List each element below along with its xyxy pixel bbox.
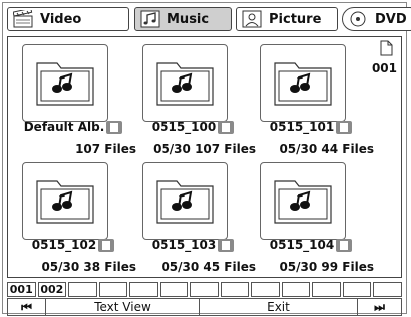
folder-name-row: 0515_103	[138, 237, 248, 253]
folder-info: 107 Files	[18, 142, 136, 156]
folder-date: 05/30	[279, 142, 318, 156]
folder-info: 05/30 44 Files	[256, 142, 374, 156]
folder-name: 0515_101	[269, 120, 335, 134]
folder-item[interactable]: 0515_101 05/30 44 Files	[256, 39, 374, 156]
folder-file-count: 38 Files	[83, 260, 136, 274]
folder-date: 05/30	[161, 260, 200, 274]
page-icon	[380, 40, 393, 56]
page-slot	[68, 282, 97, 297]
folder-name: 0515_104	[269, 238, 335, 252]
folder-info: 05/30 45 Files	[138, 260, 256, 274]
page-slot	[251, 282, 280, 297]
music-folder-icon	[274, 62, 332, 106]
music-folder-icon	[274, 180, 332, 224]
page-slot	[98, 282, 128, 297]
tab-video[interactable]: Video	[7, 7, 129, 31]
page-slot	[312, 282, 341, 297]
folder-date: 05/30	[279, 260, 318, 274]
tab-dvd[interactable]: DVD	[342, 7, 411, 31]
folder-name: 0515_102	[31, 238, 97, 252]
tab-music-label: Music	[167, 11, 210, 27]
folder-info: 05/30 107 Files	[138, 142, 256, 156]
tab-picture-label: Picture	[269, 11, 322, 27]
folder-name-row: 0515_100	[138, 119, 248, 135]
folder-name: 0515_100	[151, 120, 217, 134]
folder-thumbnail	[142, 162, 228, 240]
music-folder-icon	[156, 62, 214, 106]
page-strip: 001 002	[7, 282, 402, 297]
folder-file-count: 45 Files	[203, 260, 256, 274]
film-icon	[12, 9, 34, 29]
music-browser-screen: Video Music Picture DVD 001 Default Alb.…	[2, 2, 411, 316]
page-slot	[129, 282, 158, 297]
folder-thumbnail	[142, 44, 228, 122]
music-folder-icon	[36, 180, 94, 224]
folder-file-count: 99 Files	[321, 260, 374, 274]
skip-back-icon: ⏮	[21, 299, 32, 314]
tab-music[interactable]: Music	[134, 7, 232, 31]
document-icon	[218, 120, 235, 134]
folder-file-count: 44 Files	[321, 142, 374, 156]
music-folder-icon	[36, 62, 94, 106]
page-button[interactable]: 001	[7, 282, 36, 297]
folder-item[interactable]: 0515_102 05/30 38 Files	[18, 157, 136, 274]
document-icon	[336, 120, 353, 134]
folder-item[interactable]: 0515_100 05/30 107 Files	[138, 39, 256, 156]
next-page-button[interactable]: ⏭	[358, 299, 401, 315]
document-icon	[336, 238, 353, 252]
folder-thumbnail	[260, 44, 346, 122]
folder-thumbnail	[260, 162, 346, 240]
document-icon	[218, 238, 235, 252]
page-slot	[220, 282, 250, 297]
tab-dvd-label: DVD	[375, 11, 407, 27]
folder-name: Default Alb.	[23, 120, 105, 134]
tab-video-label: Video	[40, 11, 82, 27]
page-slot	[159, 282, 189, 297]
source-tabs: Video Music Picture DVD	[7, 7, 411, 31]
document-icon	[106, 120, 123, 134]
folder-date: 05/30	[153, 142, 191, 156]
page-slot	[342, 282, 372, 297]
previous-page-button[interactable]: ⏮	[8, 299, 46, 315]
music-folder-icon	[156, 180, 214, 224]
folder-grid: 001 Default Alb. 107 Files 0515_100 05/3…	[7, 36, 402, 278]
folder-info: 05/30 99 Files	[256, 260, 374, 274]
folder-thumbnail	[22, 44, 108, 122]
page-button[interactable]: 002	[37, 282, 67, 297]
folder-name-row: Default Alb.	[18, 119, 128, 135]
disc-icon	[347, 9, 369, 29]
folder-name: 0515_103	[151, 238, 217, 252]
folder-item[interactable]: 0515_104 05/30 99 Files	[256, 157, 374, 274]
document-icon	[98, 238, 115, 252]
folder-name-row: 0515_102	[18, 237, 128, 253]
text-view-button[interactable]: Text View	[46, 299, 200, 315]
page-slot	[190, 282, 219, 297]
folder-file-count: 107 Files	[75, 142, 136, 156]
folder-date: 05/30	[41, 260, 80, 274]
picture-icon	[241, 9, 263, 29]
page-number: 001	[371, 61, 397, 75]
folder-thumbnail	[22, 162, 108, 240]
folder-name-row: 0515_101	[256, 119, 366, 135]
folder-item[interactable]: 0515_103 05/30 45 Files	[138, 157, 256, 274]
page-slot	[373, 282, 402, 297]
tab-picture[interactable]: Picture	[236, 7, 338, 31]
control-bar: ⏮ Text View Exit ⏭	[7, 298, 402, 316]
folder-name-row: 0515_104	[256, 237, 366, 253]
folder-info: 05/30 38 Files	[18, 260, 136, 274]
music-note-icon	[139, 9, 161, 29]
folder-item[interactable]: Default Alb. 107 Files	[18, 39, 136, 156]
folder-file-count: 107 Files	[195, 142, 256, 156]
exit-button[interactable]: Exit	[200, 299, 358, 315]
page-slot	[281, 282, 311, 297]
skip-forward-icon: ⏭	[374, 299, 385, 314]
